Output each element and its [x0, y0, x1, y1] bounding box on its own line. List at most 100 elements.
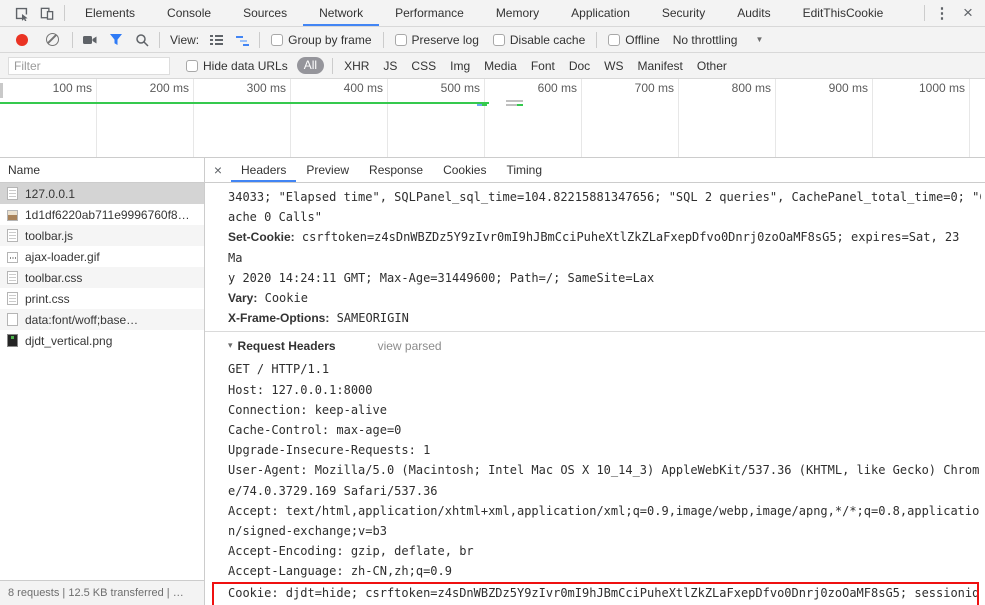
group-by-frame-checkbox[interactable]: Group by frame [271, 33, 372, 47]
view-label: View: [170, 32, 200, 47]
header-name: X-Frame-Options: [228, 311, 330, 326]
header-value: Cookie [264, 291, 308, 306]
file-type-icon [7, 271, 18, 284]
file-type-icon [7, 187, 18, 200]
large-rows-view-icon[interactable] [203, 28, 229, 52]
filter-input[interactable] [8, 56, 170, 75]
request-name: 127.0.0.1 [25, 186, 76, 201]
divider [159, 31, 160, 48]
header-name: Set-Cookie: [228, 230, 295, 245]
filter-type[interactable]: XHR [344, 59, 369, 73]
main-tab[interactable]: Network [303, 0, 379, 26]
main-tab[interactable]: Memory [480, 0, 555, 26]
view-parsed-link[interactable]: view parsed [378, 339, 442, 353]
filter-type[interactable]: JS [383, 59, 397, 73]
request-headers-title[interactable]: Request Headers [238, 339, 336, 353]
resource-type-filters: XHR JS CSS Img Media Font Doc WS Manifest Other [337, 59, 734, 73]
request-headers-raw: GET / HTTP/1.1 Host: 127.0.0.1:8000 Connec… [228, 359, 981, 581]
chevron-down-icon[interactable]: ▼ [755, 35, 763, 44]
request-row[interactable]: toolbar.js [0, 225, 204, 246]
filter-icon[interactable] [103, 28, 129, 52]
offline-checkbox[interactable]: Offline [608, 33, 660, 47]
details-tab[interactable]: Headers [231, 158, 296, 182]
overview-request-bar [517, 104, 523, 106]
main-tab[interactable]: Application [555, 0, 646, 26]
preserve-log-checkbox[interactable]: Preserve log [394, 32, 479, 47]
request-row[interactable]: djdt_vertical.png [0, 330, 204, 351]
main-tab[interactable]: Elements [69, 0, 151, 26]
overview-green-line [0, 102, 489, 104]
details-tab[interactable]: Response [359, 158, 433, 182]
divider [72, 31, 73, 48]
close-devtools-icon[interactable]: × [955, 1, 981, 25]
headers-content[interactable]: 34033; "Elapsed time", SQLPanel_sql_time… [205, 183, 985, 605]
inspect-element-icon[interactable] [8, 1, 34, 25]
device-toolbar-icon[interactable] [34, 1, 60, 25]
request-name: 1d1df6220ab711e9996760f8… [25, 207, 190, 222]
filter-type[interactable]: Doc [569, 59, 590, 73]
disable-cache-checkbox[interactable]: Disable cache [492, 32, 586, 47]
filter-type[interactable]: Other [697, 59, 727, 73]
more-options-icon[interactable]: ⋮ [929, 1, 955, 25]
search-icon[interactable] [129, 28, 155, 52]
filter-type[interactable]: Media [484, 59, 517, 73]
triangle-down-icon[interactable]: ▾ [228, 340, 233, 351]
filter-type[interactable]: Manifest [638, 59, 683, 73]
close-details-icon[interactable]: × [205, 162, 231, 178]
details-tab[interactable]: Preview [296, 158, 359, 182]
name-column-header[interactable]: Name [0, 158, 204, 183]
cookie-highlight-line: Cookie: djdt=hide; csrftoken=z4sDnWBZDz5… [228, 585, 977, 600]
response-header-tail: 34033; "Elapsed time", SQLPanel_sql_time… [228, 187, 981, 227]
request-name: toolbar.js [25, 228, 74, 243]
filter-type-all[interactable]: All [296, 57, 325, 74]
network-overview[interactable]: 100 ms 200 ms 300 ms 400 ms 500 ms 600 ms 700 … [0, 79, 985, 158]
file-type-icon [7, 229, 18, 242]
request-header-line: n/signed-exchange;v=b3 [228, 524, 387, 539]
request-row[interactable]: 1d1df6220ab711e9996760f8… [0, 204, 204, 225]
capture-screenshots-icon[interactable] [77, 28, 103, 52]
main-tab[interactable]: Sources [227, 0, 303, 26]
divider [382, 31, 384, 48]
timeline-tick: 600 ms [485, 79, 582, 157]
preserve-log-label: Preserve log [411, 32, 479, 47]
filter-bar: Hide data URLs All XHR JS CSS Img Media Font D… [0, 53, 985, 79]
filter-type[interactable]: CSS [411, 59, 436, 73]
filter-type[interactable]: WS [604, 59, 623, 73]
request-row[interactable]: 127.0.0.1 [0, 183, 204, 204]
disable-cache-label: Disable cache [509, 32, 586, 47]
header-value: SAMEORIGIN [336, 311, 409, 326]
overview-request-bar [482, 104, 487, 106]
filter-type[interactable]: Font [531, 59, 555, 73]
record-network-log-button[interactable] [16, 33, 28, 46]
request-row[interactable]: ajax-loader.gif [0, 246, 204, 267]
file-type-icon [7, 251, 18, 263]
main-tab[interactable]: Security [646, 0, 721, 26]
main-tab[interactable]: Audits [721, 0, 786, 26]
request-row[interactable]: print.css [0, 288, 204, 309]
request-header-line: Cache-Control: max-age=0 [228, 423, 402, 438]
overview-waterfall-icon[interactable] [229, 28, 255, 52]
request-header-line: Host: 127.0.0.1:8000 [228, 382, 373, 397]
details-tab[interactable]: Cookies [433, 158, 496, 182]
request-name: ajax-loader.gif [25, 249, 100, 264]
main-tab[interactable]: Performance [379, 0, 480, 26]
checkbox-box [608, 33, 621, 46]
request-header-line: Accept: text/html,application/xhtml+xml,… [228, 503, 980, 518]
request-row[interactable]: toolbar.css [0, 267, 204, 288]
request-header-line: GET / HTTP/1.1 [228, 362, 330, 377]
timeline-tick: 300 ms [194, 79, 291, 157]
request-name: print.css [25, 291, 70, 306]
main-tab[interactable]: EditThisCookie [787, 0, 900, 26]
overview-handle [0, 83, 3, 98]
hide-data-urls-checkbox[interactable]: Hide data URLs [186, 59, 288, 73]
details-tab[interactable]: Timing [496, 158, 552, 182]
file-type-icon [7, 292, 18, 305]
request-row[interactable]: data:font/woff;base… [0, 309, 204, 330]
response-line: 34033; "Elapsed time", SQLPanel_sql_time… [228, 190, 981, 204]
overview-request-bar [506, 100, 523, 102]
overview-request-bar [506, 104, 517, 106]
filter-type[interactable]: Img [450, 59, 470, 73]
clear-icon[interactable] [46, 33, 59, 46]
throttling-select[interactable]: No throttling [673, 33, 738, 47]
main-tab[interactable]: Console [151, 0, 227, 26]
